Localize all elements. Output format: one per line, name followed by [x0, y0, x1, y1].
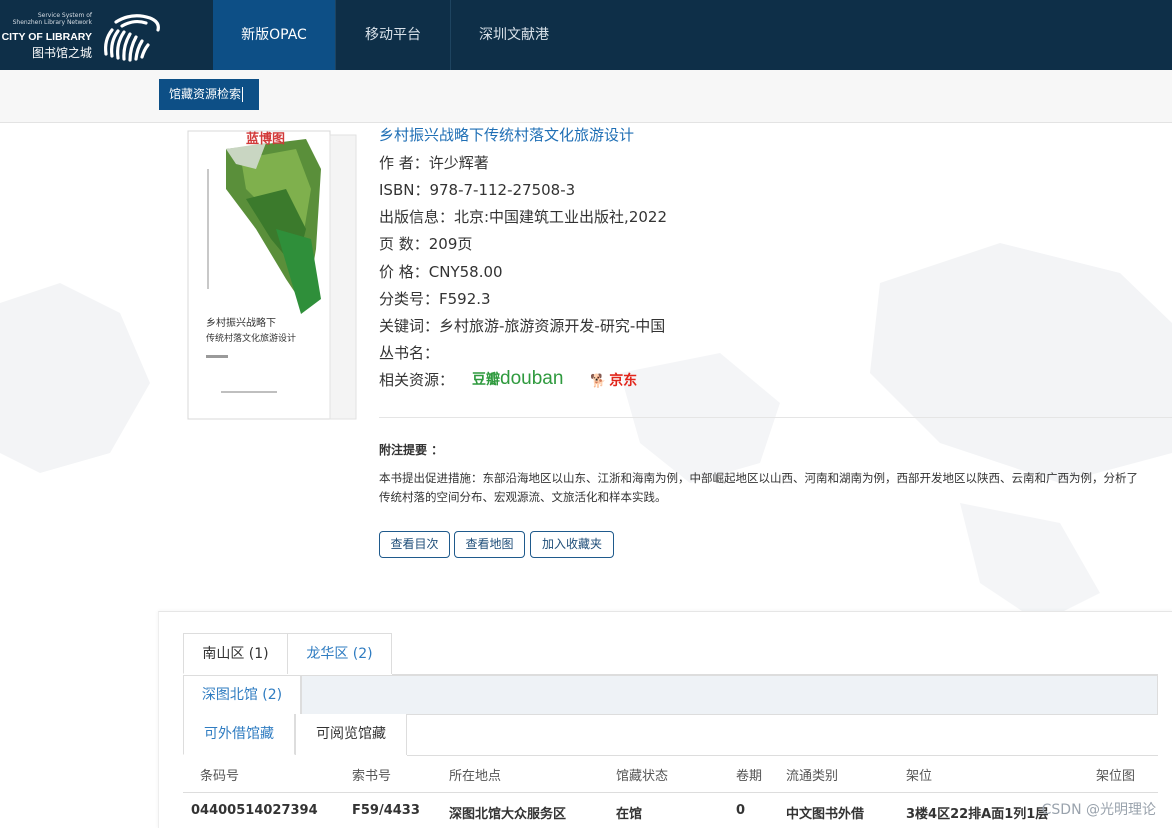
notes-line: 传统村落的空间分布、宏观源流、文旅活化和样本实践。 — [379, 490, 667, 504]
tab-longhua-district[interactable]: 龙华区 (2) — [287, 633, 392, 674]
column-header-shelf-map: 架位图 — [1096, 769, 1136, 784]
cover-publisher-mark: 蓝博图 — [246, 131, 285, 147]
logo-name-cn: 图书馆之城 — [31, 46, 92, 60]
cover-title-line1: 乡村振兴战略下 — [206, 316, 276, 329]
collection-search-tab[interactable]: 馆藏资源检索 — [159, 79, 259, 110]
douban-label-cn: 豆瓣 — [472, 371, 500, 387]
section-divider — [379, 417, 1172, 418]
top-navigation-bar: Service System of Shenzhen Library Netwo… — [0, 0, 1172, 70]
notes-label: 附注提要 ： — [379, 443, 444, 457]
secondary-bar: 馆藏资源检索 — [0, 70, 1172, 123]
column-header-location: 所在地点 — [449, 769, 502, 784]
add-to-favorites-button[interactable]: 加入收藏夹 — [530, 531, 614, 558]
book-series: 丛书名： — [379, 344, 440, 362]
cell-shelf: 3楼4区22排A面1列1层 — [906, 807, 1049, 822]
cell-circulation-type: 中文图书外借 — [786, 807, 865, 822]
cell-status: 在馆 — [616, 807, 643, 822]
view-map-button[interactable]: 查看地图 — [454, 531, 525, 558]
book-pages: 页 数：209页 — [379, 235, 473, 253]
cell-volume: 0 — [736, 803, 746, 818]
book-publication-info: 出版信息：北京:中国建筑工业出版社,2022 — [379, 208, 667, 226]
tab-lendable-holdings[interactable]: 可外借馆藏 — [183, 714, 295, 755]
nav-item-shenzhen-literature-port[interactable]: 深圳文献港 — [451, 0, 577, 70]
book-author: 作 者：许少辉著 — [379, 154, 489, 172]
logo-name-en: CITY OF LIBRARY — [1, 31, 92, 43]
jd-link[interactable]: 🐕 京东 — [590, 370, 637, 390]
library-emblem-icon — [104, 14, 160, 62]
nav-item-new-opac[interactable]: 新版OPAC — [213, 0, 336, 70]
notes-line: 本书提出促进措施：东部沿海地区以山东、江浙和海南为例，中部崛起地区以山西、河南和… — [379, 471, 1138, 485]
column-header-barcode: 条码号 — [200, 769, 240, 784]
related-resources-label: 相关资源： — [379, 371, 455, 389]
column-header-call-number: 索书号 — [352, 769, 392, 784]
book-classification: 分类号：F592.3 — [379, 290, 491, 308]
column-header-status: 馆藏状态 — [616, 769, 669, 784]
library-tab-strip — [301, 675, 1158, 714]
holdings-panel: 南山区 (1) 龙华区 (2) 深图北馆 (2) 可外借馆藏 可阅览馆藏 条码号… — [158, 611, 1172, 828]
book-cover-image: 蓝博图 乡村振兴战略下 传统村落文化旅游设计 — [186, 129, 360, 423]
column-header-shelf: 架位 — [906, 769, 933, 784]
jd-label: 京东 — [609, 373, 638, 389]
cell-barcode: 04400514027394 — [191, 803, 318, 818]
nav-item-mobile-platform[interactable]: 移动平台 — [336, 0, 451, 70]
csdn-watermark: CSDN @光明理论 — [1041, 802, 1156, 818]
logo-tagline: Service System of Shenzhen Library Netwo… — [12, 12, 92, 26]
view-contents-button[interactable]: 查看目次 — [379, 531, 450, 558]
tab-shenzhen-north-library[interactable]: 深图北馆 (2) — [183, 675, 301, 714]
book-title[interactable]: 乡村振兴战略下传统村落文化旅游设计 — [379, 124, 634, 145]
notes-text: 本书提出促进措施：东部沿海地区以山东、江浙和海南为例，中部崛起地区以山西、河南和… — [379, 469, 1172, 507]
book-keywords: 关键词：乡村旅游-旅游资源开发-研究-中国 — [379, 317, 666, 335]
cover-title-line2: 传统村落文化旅游设计 — [206, 332, 296, 344]
column-header-circulation-type: 流通类别 — [786, 769, 839, 784]
book-isbn: ISBN：978-7-112-27508-3 — [379, 181, 576, 199]
book-detail: 蓝博图 乡村振兴战略下 传统村落文化旅游设计 乡村振兴战略下传统村落文化旅游设计… — [0, 123, 1172, 828]
tab-nanshan-district[interactable]: 南山区 (1) — [183, 633, 288, 674]
column-header-volume: 卷期 — [736, 769, 763, 784]
cell-location: 深图北馆大众服务区 — [449, 807, 567, 822]
tab-readable-holdings[interactable]: 可阅览馆藏 — [295, 714, 407, 755]
jd-dog-icon: 🐕 — [590, 374, 607, 389]
cell-call-number: F59/4433 — [352, 803, 420, 818]
douban-link[interactable]: 豆瓣douban — [472, 368, 563, 390]
book-price: 价 格：CNY58.00 — [379, 263, 503, 281]
douban-label-en: douban — [500, 368, 564, 389]
city-of-library-logo[interactable]: Service System of Shenzhen Library Netwo… — [0, 8, 170, 64]
